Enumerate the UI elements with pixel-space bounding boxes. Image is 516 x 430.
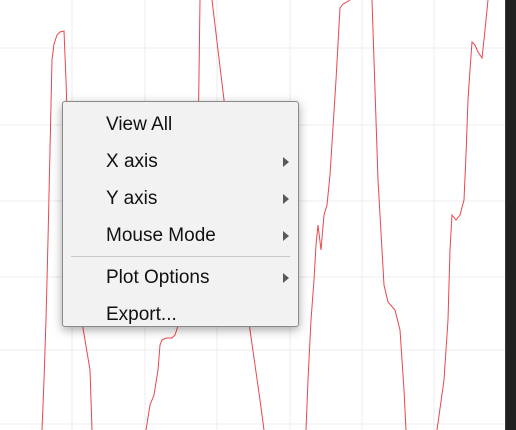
chevron-right-icon (283, 231, 289, 241)
menu-item-view-all[interactable]: View All (63, 106, 298, 143)
chevron-right-icon (283, 273, 289, 283)
context-menu: View All X axis Y axis Mouse Mode Plot O… (62, 101, 299, 327)
menu-item-plot-options[interactable]: Plot Options (63, 259, 298, 296)
menu-separator (71, 256, 290, 257)
chevron-right-icon (283, 194, 289, 204)
menu-item-x-axis[interactable]: X axis (63, 143, 298, 180)
chevron-right-icon (283, 157, 289, 167)
menu-item-label: Plot Options (106, 267, 210, 288)
menu-item-label: X axis (106, 151, 158, 172)
signal-trace (371, 0, 407, 430)
menu-item-label: View All (106, 114, 173, 135)
signal-trace (305, 0, 351, 430)
menu-item-label: Y axis (106, 188, 158, 209)
signal-trace (436, 0, 489, 430)
menu-item-mouse-mode[interactable]: Mouse Mode (63, 217, 298, 254)
menu-item-export[interactable]: Export... (63, 296, 298, 333)
menu-item-y-axis[interactable]: Y axis (63, 180, 298, 217)
menu-item-label: Mouse Mode (106, 225, 216, 246)
window-frame-edge (505, 0, 516, 430)
menu-item-label: Export... (106, 304, 177, 325)
